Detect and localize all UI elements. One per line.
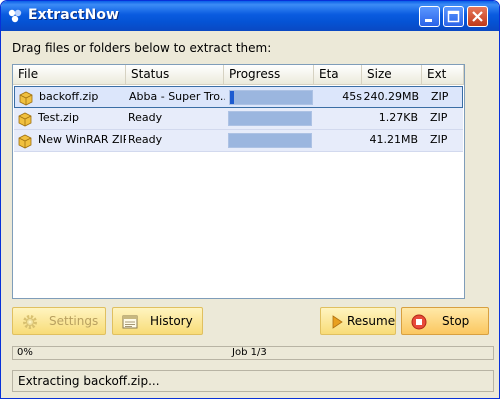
table-row[interactable]: Test.zip Ready 1.27KB ZIP [14,108,463,130]
file-size: 41.21MB [369,133,418,146]
status-bar: Extracting backoff.zip... [12,370,494,392]
resume-label: Resume [347,314,396,328]
status-message: Extracting backoff.zip... [18,374,160,388]
history-label: History [150,314,193,328]
column-header-ext[interactable]: Ext [422,65,464,84]
settings-button[interactable]: Settings [12,307,106,335]
file-list[interactable]: File Status Progress Eta Size Ext backof… [12,64,465,299]
zip-archive-icon [18,112,32,127]
progress-bar [229,90,313,105]
close-button[interactable] [467,6,488,27]
app-window: ExtractNow Drag files or folders below t… [0,0,500,399]
maximize-icon [447,10,460,23]
progress-fill [230,91,234,104]
title-bar[interactable]: ExtractNow [1,1,499,31]
zip-archive-icon [18,134,32,149]
play-icon [332,315,343,329]
stop-icon [411,314,427,330]
file-size: 1.27KB [378,111,418,124]
column-header-status[interactable]: Status [126,65,224,84]
list-header: File Status Progress Eta Size Ext [13,65,464,85]
client-area: Drag files or folders below to extract t… [4,31,496,397]
file-name: Test.zip [38,111,79,124]
settings-label: Settings [49,314,99,328]
overall-progress-bar: 0% Job 1/3 [12,346,494,360]
overall-percent: 0% [17,347,33,358]
job-counter: Job 1/3 [232,347,267,358]
maximize-button[interactable] [443,6,464,27]
progress-bar [228,133,312,148]
file-ext: ZIP [431,90,449,103]
window-title: ExtractNow [28,7,119,23]
instruction-text: Drag files or folders below to extract t… [12,41,272,55]
column-header-size[interactable]: Size [362,65,422,84]
app-icon [8,9,22,23]
zip-archive-icon [19,91,33,106]
file-eta [315,108,361,128]
table-row[interactable]: backoff.zip Abba - Super Tro.. 45s 240.2… [14,86,463,108]
close-icon [472,11,483,22]
stop-label: Stop [442,314,470,328]
column-header-eta[interactable]: Eta [314,65,362,84]
file-ext: ZIP [430,111,448,124]
file-status: Ready [128,133,163,146]
history-button[interactable]: History [112,307,203,335]
file-size: 240.29MB [363,90,419,103]
column-header-progress[interactable]: Progress [224,65,314,84]
file-eta: 45s [342,90,362,103]
gear-icon [23,315,37,329]
file-ext: ZIP [430,133,448,146]
minimize-icon [425,19,432,22]
file-name: backoff.zip [39,90,99,103]
notepad-icon [122,315,138,329]
progress-bar [228,111,312,126]
resume-button[interactable]: Resume [320,307,396,335]
minimize-button[interactable] [419,6,440,27]
file-status: Abba - Super Tro.. [129,90,225,103]
table-row[interactable]: New WinRAR ZIP ... Ready 41.21MB ZIP [14,130,463,152]
column-header-file[interactable]: File [13,65,126,84]
file-name: New WinRAR ZIP ... [38,133,126,146]
file-status: Ready [128,111,163,124]
stop-button[interactable]: Stop [401,307,489,335]
file-eta [315,130,361,150]
